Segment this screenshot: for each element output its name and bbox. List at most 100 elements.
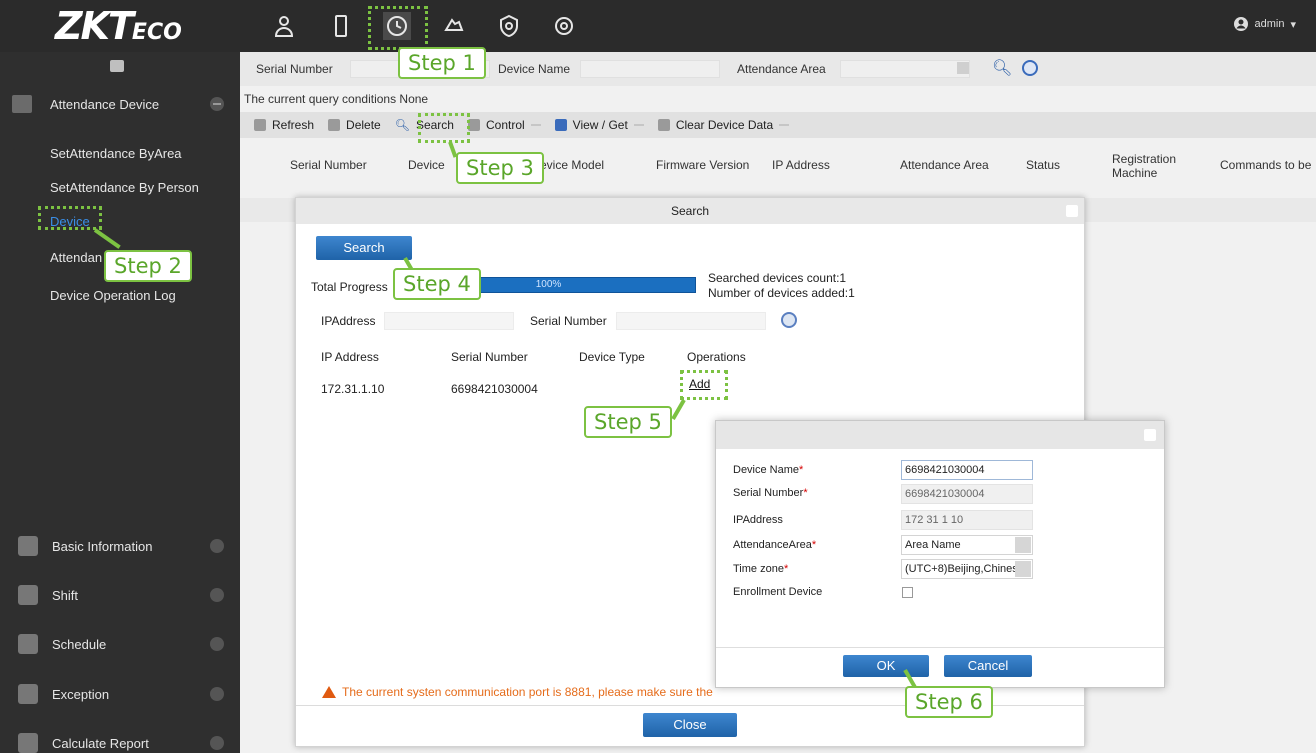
required-mark: * <box>799 464 804 476</box>
device-name-label: Device Name <box>498 62 571 76</box>
user-icon <box>1233 17 1248 31</box>
logo-text: ZKT <box>55 4 134 48</box>
clear-device-data-label: Clear Device Data <box>675 118 774 132</box>
serial-number-label: Serial Number <box>256 62 333 76</box>
sidebar-item-basic-information[interactable]: Basic Information <box>0 526 240 566</box>
close-icon[interactable] <box>1066 205 1078 217</box>
collapse-icon[interactable] <box>210 97 224 111</box>
time-zone-value: (UTC+8)Beijing,Chines <box>905 563 1018 575</box>
filter-serial-label: Serial Number <box>530 314 607 328</box>
expand-icon[interactable] <box>210 539 224 553</box>
sidebar-item-exception[interactable]: Exception <box>0 674 240 714</box>
refresh-label: Refresh <box>272 118 315 132</box>
area-select-icon[interactable] <box>957 62 969 74</box>
ok-button[interactable]: OK <box>843 655 929 677</box>
logo-eco-text: ECO <box>131 20 182 45</box>
device-name-label: Device Name* <box>733 464 803 476</box>
delete-icon <box>328 119 341 131</box>
col-ip-address: IP Address <box>321 350 379 364</box>
cancel-button[interactable]: Cancel <box>944 655 1032 677</box>
col-attendance-area[interactable]: Attendance Area <box>900 158 989 172</box>
time-zone-select[interactable]: (UTC+8)Beijing,Chines <box>901 559 1033 579</box>
col-ip-address[interactable]: IP Address <box>772 158 830 172</box>
attendance-area-label: Attendance Area <box>737 62 826 76</box>
sidebar-item-attendance[interactable]: Attendan <box>50 250 102 265</box>
user-menu[interactable]: admin ▾ <box>1233 16 1296 32</box>
add-dialog-titlebar <box>716 421 1164 449</box>
search-icon[interactable]: 🔍︎ <box>992 58 1012 78</box>
col-status[interactable]: Status <box>1026 158 1060 172</box>
gear-icon[interactable] <box>550 12 578 40</box>
person-icon[interactable] <box>270 12 298 40</box>
filter-ip-input[interactable] <box>384 312 514 330</box>
sidebar-item-calculate-report[interactable]: Calculate Report <box>0 723 240 753</box>
step1-callout: Step 1 <box>398 47 486 79</box>
time-zone-label: Time zone* <box>733 563 788 575</box>
dropdown-icon <box>633 124 644 126</box>
clear-data-icon <box>657 119 670 131</box>
dropdown-icon <box>779 124 790 126</box>
filter-refresh-icon[interactable] <box>781 312 797 328</box>
device-icon[interactable] <box>327 12 355 40</box>
expand-icon[interactable] <box>210 736 224 750</box>
view-get-button[interactable]: View / Get <box>554 118 644 132</box>
required-mark: * <box>803 487 808 499</box>
dropdown-icon[interactable] <box>1015 561 1031 577</box>
dropdown-icon[interactable] <box>1015 537 1031 553</box>
device-name-input[interactable]: 6698421030004 <box>901 460 1033 480</box>
enrollment-device-label: Enrollment Device <box>733 586 823 598</box>
dialog-divider <box>716 647 1164 648</box>
col-serial-number[interactable]: Serial Number <box>290 158 367 172</box>
sidebar-item-schedule[interactable]: Schedule <box>0 624 240 664</box>
top-bar: ZKTECO admin ▾ <box>0 0 1316 52</box>
col-registration-line2: Machine <box>1112 166 1158 180</box>
step2-highlight <box>38 206 102 230</box>
sidebar-item-label: Calculate Report <box>52 735 149 751</box>
expand-icon[interactable] <box>210 687 224 701</box>
col-registration-machine[interactable]: Registration Machine <box>1112 152 1176 180</box>
ip-address-label: IPAddress <box>733 514 783 526</box>
device-name-input[interactable] <box>580 60 720 78</box>
col-device[interactable]: Device <box>408 158 445 172</box>
shield-icon[interactable] <box>495 12 523 40</box>
timezone-label-text: Time zone <box>733 563 784 575</box>
col-device-model[interactable]: evice Model <box>540 158 604 172</box>
sidebar-item-device-operation-log[interactable]: Device Operation Log <box>50 288 176 303</box>
clear-query-icon[interactable] <box>1022 60 1038 76</box>
col-serial-number: Serial Number <box>451 350 528 364</box>
devices-added-count: Number of devices added:1 <box>708 286 855 300</box>
attendance-area-input[interactable] <box>840 60 970 78</box>
attendance-area-select[interactable]: Area Name <box>901 535 1033 555</box>
search-icon: 🔍︎ <box>394 118 410 132</box>
exception-icon <box>18 684 38 704</box>
total-progress-label: Total Progress <box>311 280 388 294</box>
search-start-button[interactable]: Search <box>316 236 412 260</box>
port-warning-text: The current systen communication port is… <box>342 685 713 699</box>
result-serial: 6698421030004 <box>451 382 538 396</box>
close-icon[interactable] <box>1144 429 1156 441</box>
expand-icon[interactable] <box>210 588 224 602</box>
sidebar-item-shift[interactable]: Shift <box>0 575 240 615</box>
delete-button[interactable]: Delete <box>328 118 381 132</box>
sidebar-item-set-attendance-by-area[interactable]: SetAttendance ByArea <box>50 146 182 161</box>
hand-icon[interactable] <box>440 12 468 40</box>
sidebar-item-label: Shift <box>52 587 79 603</box>
enrollment-device-checkbox[interactable] <box>902 587 913 598</box>
serial-number-label: Serial Number* <box>733 487 808 499</box>
sidebar-group-label: Attendance Device <box>50 96 160 112</box>
col-firmware-version[interactable]: Firmware Version <box>656 158 749 172</box>
port-warning: The current systen communication port is… <box>322 685 713 699</box>
device-name-label-text: Device Name <box>733 464 800 476</box>
filter-serial-input[interactable] <box>616 312 766 330</box>
close-button[interactable]: Close <box>643 713 737 737</box>
collapse-menu-icon[interactable] <box>110 60 124 72</box>
expand-icon[interactable] <box>210 637 224 651</box>
refresh-button[interactable]: Refresh <box>254 118 314 132</box>
control-button[interactable]: Control <box>467 118 541 132</box>
sidebar-group-attendance-device[interactable]: Attendance Device <box>0 86 240 122</box>
col-commands[interactable]: Commands to be <box>1220 158 1311 172</box>
sidebar-item-set-attendance-by-person[interactable]: SetAttendance By Person <box>50 180 199 195</box>
clear-device-data-button[interactable]: Clear Device Data <box>657 118 790 132</box>
calculate-report-icon <box>18 733 38 753</box>
serial-label-text: Serial Number <box>733 487 804 499</box>
